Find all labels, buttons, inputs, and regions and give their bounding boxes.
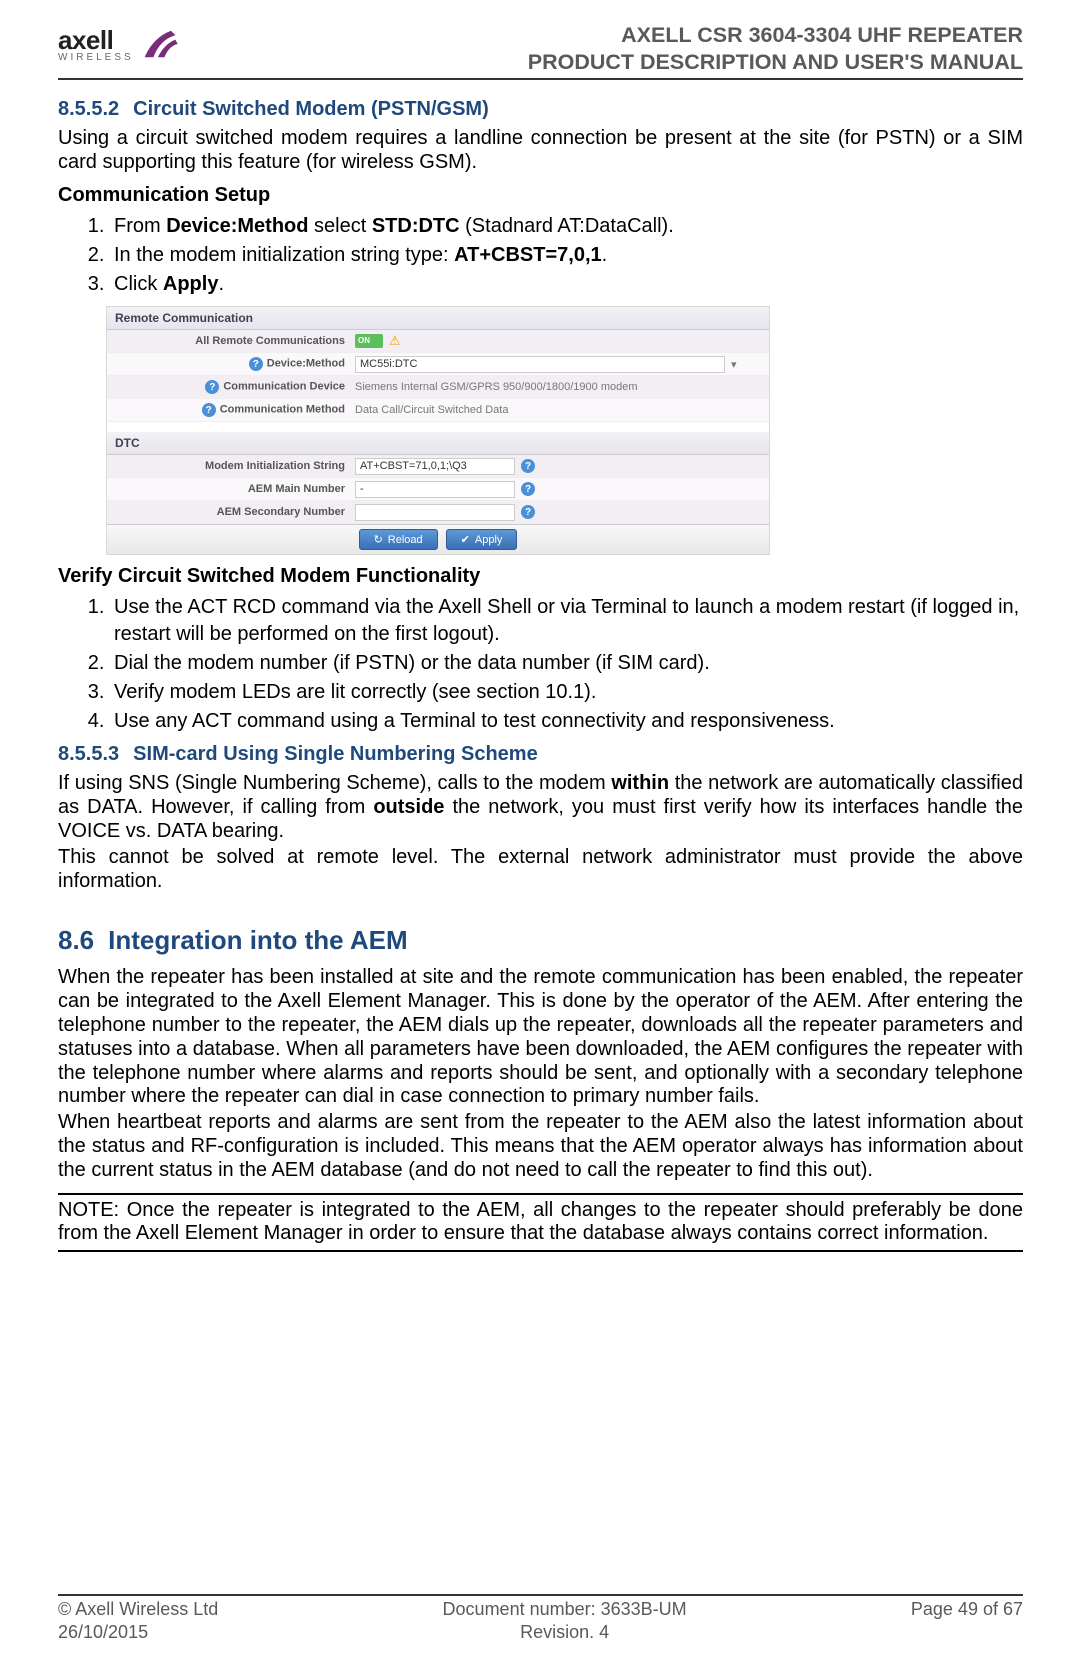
logo-subtext: WIRELESS (58, 52, 134, 63)
warning-icon: ⚠ (389, 333, 401, 349)
para-86-2: When heartbeat reports and alarms are se… (58, 1111, 1023, 1182)
modem-init-input[interactable] (355, 458, 515, 475)
verify-step-2: Dial the modem number (if PSTN) or the d… (110, 650, 1023, 677)
reload-icon: ↻ (374, 533, 383, 546)
setup-step-1: From Device:Method select STD:DTC (Stadn… (110, 213, 1023, 240)
verify-step-4: Use any ACT command using a Terminal to … (110, 708, 1023, 735)
heading-8553: 8.5.5.3SIM-card Using Single Numbering S… (58, 743, 1023, 766)
panel-dtc: DTC (107, 432, 769, 455)
chevron-down-icon[interactable]: ▾ (731, 358, 737, 371)
button-bar: ↻Reload ✔Apply (107, 524, 769, 554)
row-modem-init: Modem Initialization String ? (107, 455, 769, 478)
setup-step-2: In the modem initialization string type:… (110, 242, 1023, 269)
panel-remote-comm: Remote Communication (107, 307, 769, 330)
para-86-1: When the repeater has been installed at … (58, 966, 1023, 1109)
apply-button[interactable]: ✔Apply (446, 529, 518, 550)
heading-8552: 8.5.5.2Circuit Switched Modem (PSTN/GSM) (58, 98, 1023, 121)
row-comm-device: ?Communication Device Siemens Internal G… (107, 376, 769, 399)
aem-secondary-input[interactable] (355, 504, 515, 521)
footer-right: Page 49 of 67 (911, 1598, 1023, 1643)
help-icon[interactable]: ? (202, 403, 216, 417)
setup-step-3: Click Apply. (110, 271, 1023, 298)
toggle-on[interactable]: ON (355, 334, 383, 348)
help-icon[interactable]: ? (249, 357, 263, 371)
page-footer: © Axell Wireless Ltd 26/10/2015 Document… (58, 1594, 1023, 1643)
logo-mark-icon (138, 22, 182, 66)
row-all-remote: All Remote Communications ON ⚠ (107, 330, 769, 353)
setup-heading: Communication Setup (58, 184, 1023, 207)
reload-button[interactable]: ↻Reload (359, 529, 438, 550)
help-icon[interactable]: ? (205, 380, 219, 394)
verify-steps: Use the ACT RCD command via the Axell Sh… (58, 594, 1023, 735)
check-icon: ✔ (461, 533, 470, 546)
row-aem-secondary: AEM Secondary Number ? (107, 501, 769, 524)
footer-left: © Axell Wireless Ltd 26/10/2015 (58, 1598, 218, 1643)
verify-heading: Verify Circuit Switched Modem Functional… (58, 565, 1023, 588)
verify-step-1: Use the ACT RCD command via the Axell Sh… (110, 594, 1023, 648)
help-icon[interactable]: ? (521, 482, 535, 496)
row-aem-main: AEM Main Number ? (107, 478, 769, 501)
intro-8552: Using a circuit switched modem requires … (58, 127, 1023, 175)
row-comm-method: ?Communication Method Data Call/Circuit … (107, 399, 769, 422)
config-screenshot: Remote Communication All Remote Communic… (106, 306, 770, 555)
footer-center: Document number: 3633B-UM Revision. 4 (443, 1598, 687, 1643)
verify-step-3: Verify modem LEDs are lit correctly (see… (110, 679, 1023, 706)
aem-main-input[interactable] (355, 481, 515, 498)
page-header: axell WIRELESS AXELL CSR 3604-3304 UHF R… (58, 22, 1023, 80)
note-block: NOTE: Once the repeater is integrated to… (58, 1193, 1023, 1253)
heading-86: 8.6Integration into the AEM (58, 925, 1023, 956)
para-8553-1: If using SNS (Single Numbering Scheme), … (58, 772, 1023, 843)
help-icon[interactable]: ? (521, 459, 535, 473)
para-8553-2: This cannot be solved at remote level. T… (58, 846, 1023, 894)
logo: axell WIRELESS (58, 22, 182, 66)
document-title: AXELL CSR 3604-3304 UHF REPEATER PRODUCT… (528, 22, 1023, 76)
device-method-select[interactable] (355, 356, 725, 373)
setup-steps: From Device:Method select STD:DTC (Stadn… (58, 213, 1023, 298)
row-device-method: ?Device:Method ▾ (107, 353, 769, 376)
help-icon[interactable]: ? (521, 505, 535, 519)
